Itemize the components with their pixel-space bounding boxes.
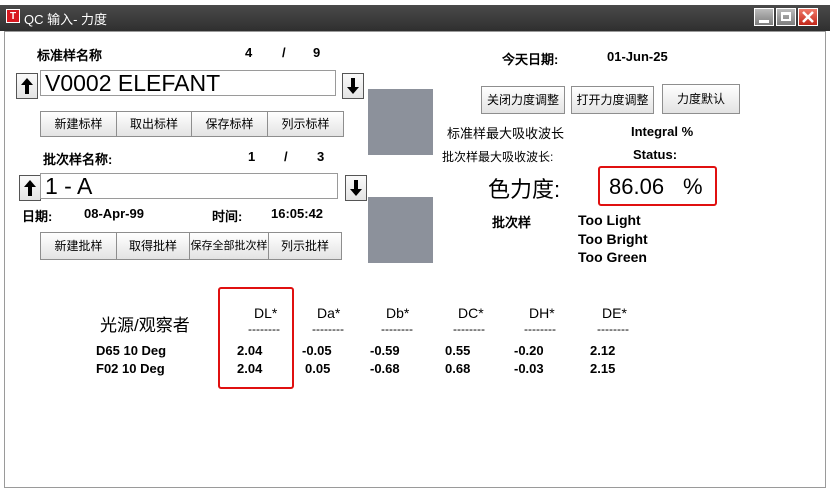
list-standards-button[interactable]: 列示标样 xyxy=(267,111,344,137)
batch-max-wavelength-value: Status: xyxy=(633,147,678,162)
std-max-wavelength-value: Integral % xyxy=(631,124,694,139)
batch-next-button[interactable] xyxy=(345,175,367,201)
batch-name-field[interactable]: 1 - A xyxy=(40,173,338,199)
color-strength-label: 色力度: xyxy=(488,177,561,202)
standard-name-field[interactable]: V0002 ELEFANT xyxy=(40,70,336,96)
assessment-line: Too Green xyxy=(578,249,647,265)
strength-default-button[interactable]: 力度默认 xyxy=(662,84,740,114)
standard-color-swatch xyxy=(368,89,433,155)
close-icon xyxy=(802,11,814,23)
save-standard-button[interactable]: 保存标样 xyxy=(191,111,268,137)
column-header-dl: DL* xyxy=(254,305,278,321)
close-button[interactable] xyxy=(798,8,818,26)
standard-separator: / xyxy=(282,45,286,60)
color-strength-unit: % xyxy=(683,174,703,199)
column-header-dh: DH* xyxy=(529,305,555,321)
new-batch-button[interactable]: 新建批样 xyxy=(40,232,117,260)
close-strength-adjust-button[interactable]: 关闭力度调整 xyxy=(481,86,565,114)
column-separator: -------- xyxy=(597,322,629,336)
std-max-wavelength-label: 标准样最大吸收波长 xyxy=(447,126,565,141)
column-separator: -------- xyxy=(453,322,485,336)
arrow-down-icon xyxy=(350,180,362,196)
batch-name-label: 批次样名称: xyxy=(43,152,113,167)
window-title: QC 输入- 力度 xyxy=(24,12,108,27)
table-cell: -0.05 xyxy=(302,343,332,358)
new-standard-button[interactable]: 新建标样 xyxy=(40,111,117,137)
save-all-batches-button[interactable]: 保存全部批次样 xyxy=(189,232,269,260)
batch-date-label: 日期: xyxy=(22,209,53,224)
batch-time-label: 时间: xyxy=(212,209,243,224)
column-separator: -------- xyxy=(381,322,413,336)
row-label: D65 10 Deg xyxy=(96,343,167,358)
batch-date-value: 08-Apr-99 xyxy=(84,206,144,221)
title-bar: T QC 输入- 力度 xyxy=(0,5,830,31)
column-separator: -------- xyxy=(524,322,556,336)
column-separator: -------- xyxy=(248,322,280,336)
row-label: F02 10 Deg xyxy=(96,361,165,376)
column-header-de: DE* xyxy=(602,305,627,321)
table-cell: 2.15 xyxy=(590,361,616,376)
standard-previous-button[interactable] xyxy=(16,73,38,99)
table-cell: -0.03 xyxy=(514,361,544,376)
column-header-dc: DC* xyxy=(458,305,484,321)
open-strength-adjust-button[interactable]: 打开力度调整 xyxy=(571,86,654,114)
today-value: 01-Jun-25 xyxy=(607,49,668,64)
table-cell: -0.68 xyxy=(370,361,400,376)
column-separator: -------- xyxy=(312,322,344,336)
batch-time-value: 16:05:42 xyxy=(271,206,324,221)
table-cell: -0.20 xyxy=(514,343,544,358)
batch-separator: / xyxy=(284,149,288,164)
today-label: 今天日期: xyxy=(502,52,559,67)
color-strength-value: 86.06 xyxy=(609,174,665,199)
standard-name-label: 标准样名称 xyxy=(37,48,103,63)
list-batches-button[interactable]: 列示批样 xyxy=(268,232,342,260)
table-cell: -0.59 xyxy=(370,343,400,358)
standard-next-button[interactable] xyxy=(342,73,364,99)
assessment-label: 批次样 xyxy=(492,215,532,230)
standard-index: 4 xyxy=(245,45,253,60)
app-icon: T xyxy=(6,9,20,23)
illuminant-observer-header: 光源/观察者 xyxy=(100,316,190,335)
batch-color-swatch xyxy=(368,197,433,263)
arrow-up-icon xyxy=(21,78,33,94)
minimize-button[interactable] xyxy=(754,8,774,26)
maximize-icon xyxy=(781,12,791,21)
arrow-down-icon xyxy=(347,78,359,94)
table-cell: 0.55 xyxy=(445,343,471,358)
maximize-button[interactable] xyxy=(776,8,796,26)
arrow-up-icon xyxy=(24,180,36,196)
batch-previous-button[interactable] xyxy=(19,175,41,201)
table-cell: 2.12 xyxy=(590,343,616,358)
batch-max-wavelength-label: 批次样最大吸收波长: xyxy=(442,150,554,164)
batch-total: 3 xyxy=(317,149,325,164)
table-cell: 2.04 xyxy=(237,361,263,376)
table-cell: 0.05 xyxy=(305,361,331,376)
table-cell: 0.68 xyxy=(445,361,471,376)
table-cell: 2.04 xyxy=(237,343,263,358)
retrieve-standard-button[interactable]: 取出标样 xyxy=(116,111,192,137)
retrieve-batch-button[interactable]: 取得批样 xyxy=(116,232,190,260)
minimize-icon xyxy=(759,20,769,23)
batch-index: 1 xyxy=(248,149,256,164)
standard-total: 9 xyxy=(313,45,321,60)
column-header-db: Db* xyxy=(386,305,410,321)
column-header-da: Da* xyxy=(317,305,341,321)
assessment-line: Too Bright xyxy=(578,231,648,247)
assessment-line: Too Light xyxy=(578,212,641,228)
